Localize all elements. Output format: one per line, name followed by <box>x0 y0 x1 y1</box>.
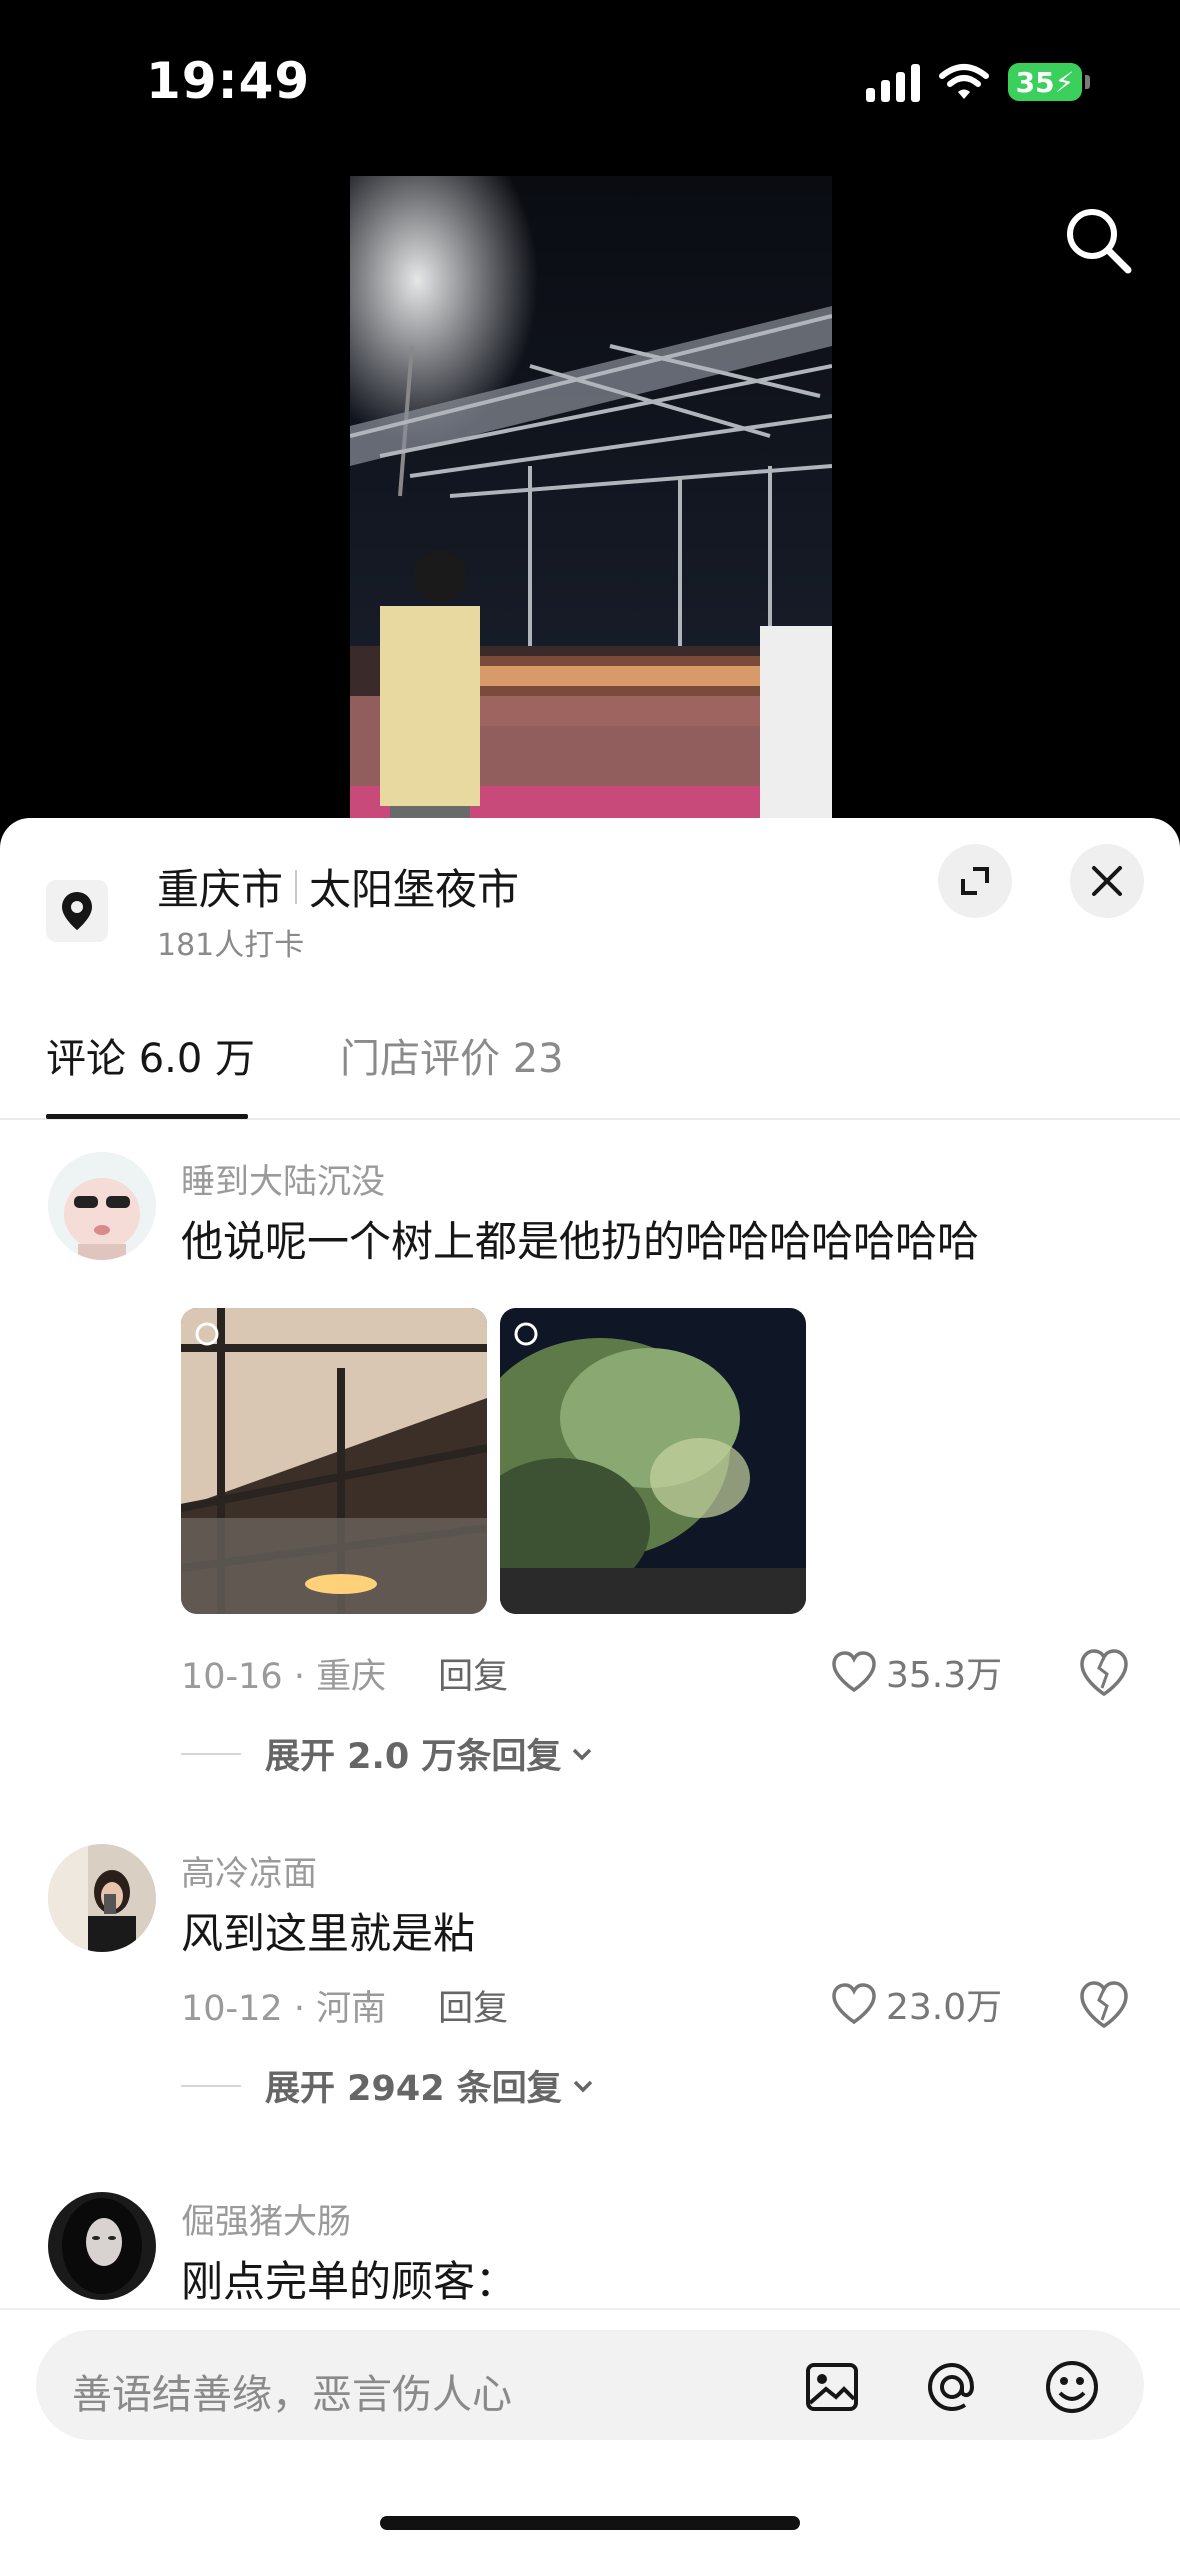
expand-button[interactable] <box>938 844 1012 918</box>
comment-username[interactable]: 高冷凉面 <box>181 1846 317 1895</box>
close-button[interactable] <box>1070 844 1144 918</box>
heart-icon <box>832 1983 876 2025</box>
expand-line <box>181 2084 241 2087</box>
status-time: 19:49 <box>146 52 311 110</box>
chevron-down-icon <box>573 2080 593 2092</box>
comment-image[interactable] <box>500 1308 806 1614</box>
emoji-icon[interactable] <box>1042 2357 1102 2417</box>
like-button[interactable]: 23.0万 <box>830 1978 1002 2030</box>
comment-meta: 10-16 · 重庆 回复 <box>181 1648 508 1699</box>
avatar[interactable] <box>48 1844 156 1952</box>
comment-input-bar: 善语结善缘，恶言伤人心 <box>0 2308 1180 2556</box>
comment-text: 刚点完单的顾客： <box>181 2257 518 2306</box>
video-frame <box>350 176 832 828</box>
comment-text: 他说呢一个树上都是他扔的哈哈哈哈哈哈哈 <box>181 1217 980 1266</box>
heart-icon <box>832 1651 876 1693</box>
expand-icon <box>961 867 989 895</box>
tab-comments[interactable]: 评论 6.0 万 <box>46 1026 255 1084</box>
expand-line <box>181 1752 241 1755</box>
comment-meta: 10-12 · 河南 回复 <box>181 1980 508 2031</box>
tab-underline <box>46 1114 248 1119</box>
tab-bar: 评论 6.0 万 门店评价 23 <box>0 1026 1180 1120</box>
comment-username[interactable]: 睡到大陆沉没 <box>181 1154 385 1203</box>
expand-replies[interactable]: 展开 2942 条回复 <box>181 2060 598 2111</box>
chevron-down-icon <box>573 1748 592 1760</box>
video-player[interactable] <box>350 176 832 828</box>
expand-replies[interactable]: 展开 2.0 万条回复 <box>181 1728 597 1779</box>
expand-replies-label: 展开 2942 条回复 <box>265 2069 562 2109</box>
avatar[interactable] <box>48 2192 156 2300</box>
avatar[interactable] <box>48 1152 156 1260</box>
image-icon[interactable] <box>802 2357 862 2417</box>
location-title[interactable]: 重庆市 太阳堡夜市 <box>157 856 519 917</box>
status-icons: 35 ⚡ <box>866 62 1090 102</box>
location-place: 太阳堡夜市 <box>309 865 520 914</box>
battery-level: 35 <box>1015 65 1055 99</box>
reply-button[interactable]: 回复 <box>438 1648 508 1699</box>
signal-icon <box>866 62 920 102</box>
comment-text: 风到这里就是粘 <box>181 1909 476 1958</box>
comment-date: 10-12 · 河南 <box>181 1989 387 2029</box>
at-icon[interactable] <box>922 2357 982 2417</box>
broken-heart-icon[interactable] <box>1076 1644 1132 1700</box>
comment-image[interactable] <box>181 1308 487 1614</box>
location-city: 重庆市 <box>157 865 284 914</box>
comment-date: 10-16 · 重庆 <box>181 1657 387 1697</box>
title-separator <box>295 869 298 904</box>
broken-heart-icon[interactable] <box>1076 1976 1132 2032</box>
comment-input[interactable]: 善语结善缘，恶言伤人心 <box>36 2330 1144 2440</box>
wifi-icon <box>939 64 989 99</box>
like-count: 23.0万 <box>886 1987 1003 2028</box>
checkin-count: 181人打卡 <box>157 928 305 963</box>
expand-replies-label: 展开 2.0 万条回复 <box>265 1737 562 1777</box>
location-pin-icon <box>46 880 108 942</box>
like-count: 35.3万 <box>886 1655 1003 1696</box>
like-button[interactable]: 35.3万 <box>830 1646 1002 1698</box>
tab-store-reviews[interactable]: 门店评价 23 <box>340 1026 564 1084</box>
comment-input-placeholder: 善语结善缘，恶言伤人心 <box>72 2372 512 2418</box>
comment-username[interactable]: 倔强猪大肠 <box>181 2194 351 2243</box>
reply-button[interactable]: 回复 <box>438 1980 508 2031</box>
search-icon[interactable] <box>1058 200 1138 280</box>
close-icon <box>1092 866 1122 896</box>
battery-icon: 35 ⚡ <box>1008 63 1090 101</box>
comments-sheet: 重庆市 太阳堡夜市 181人打卡 评论 6.0 万 门店评价 23 睡到大陆沉没… <box>0 818 1180 2556</box>
home-indicator <box>380 2516 800 2530</box>
